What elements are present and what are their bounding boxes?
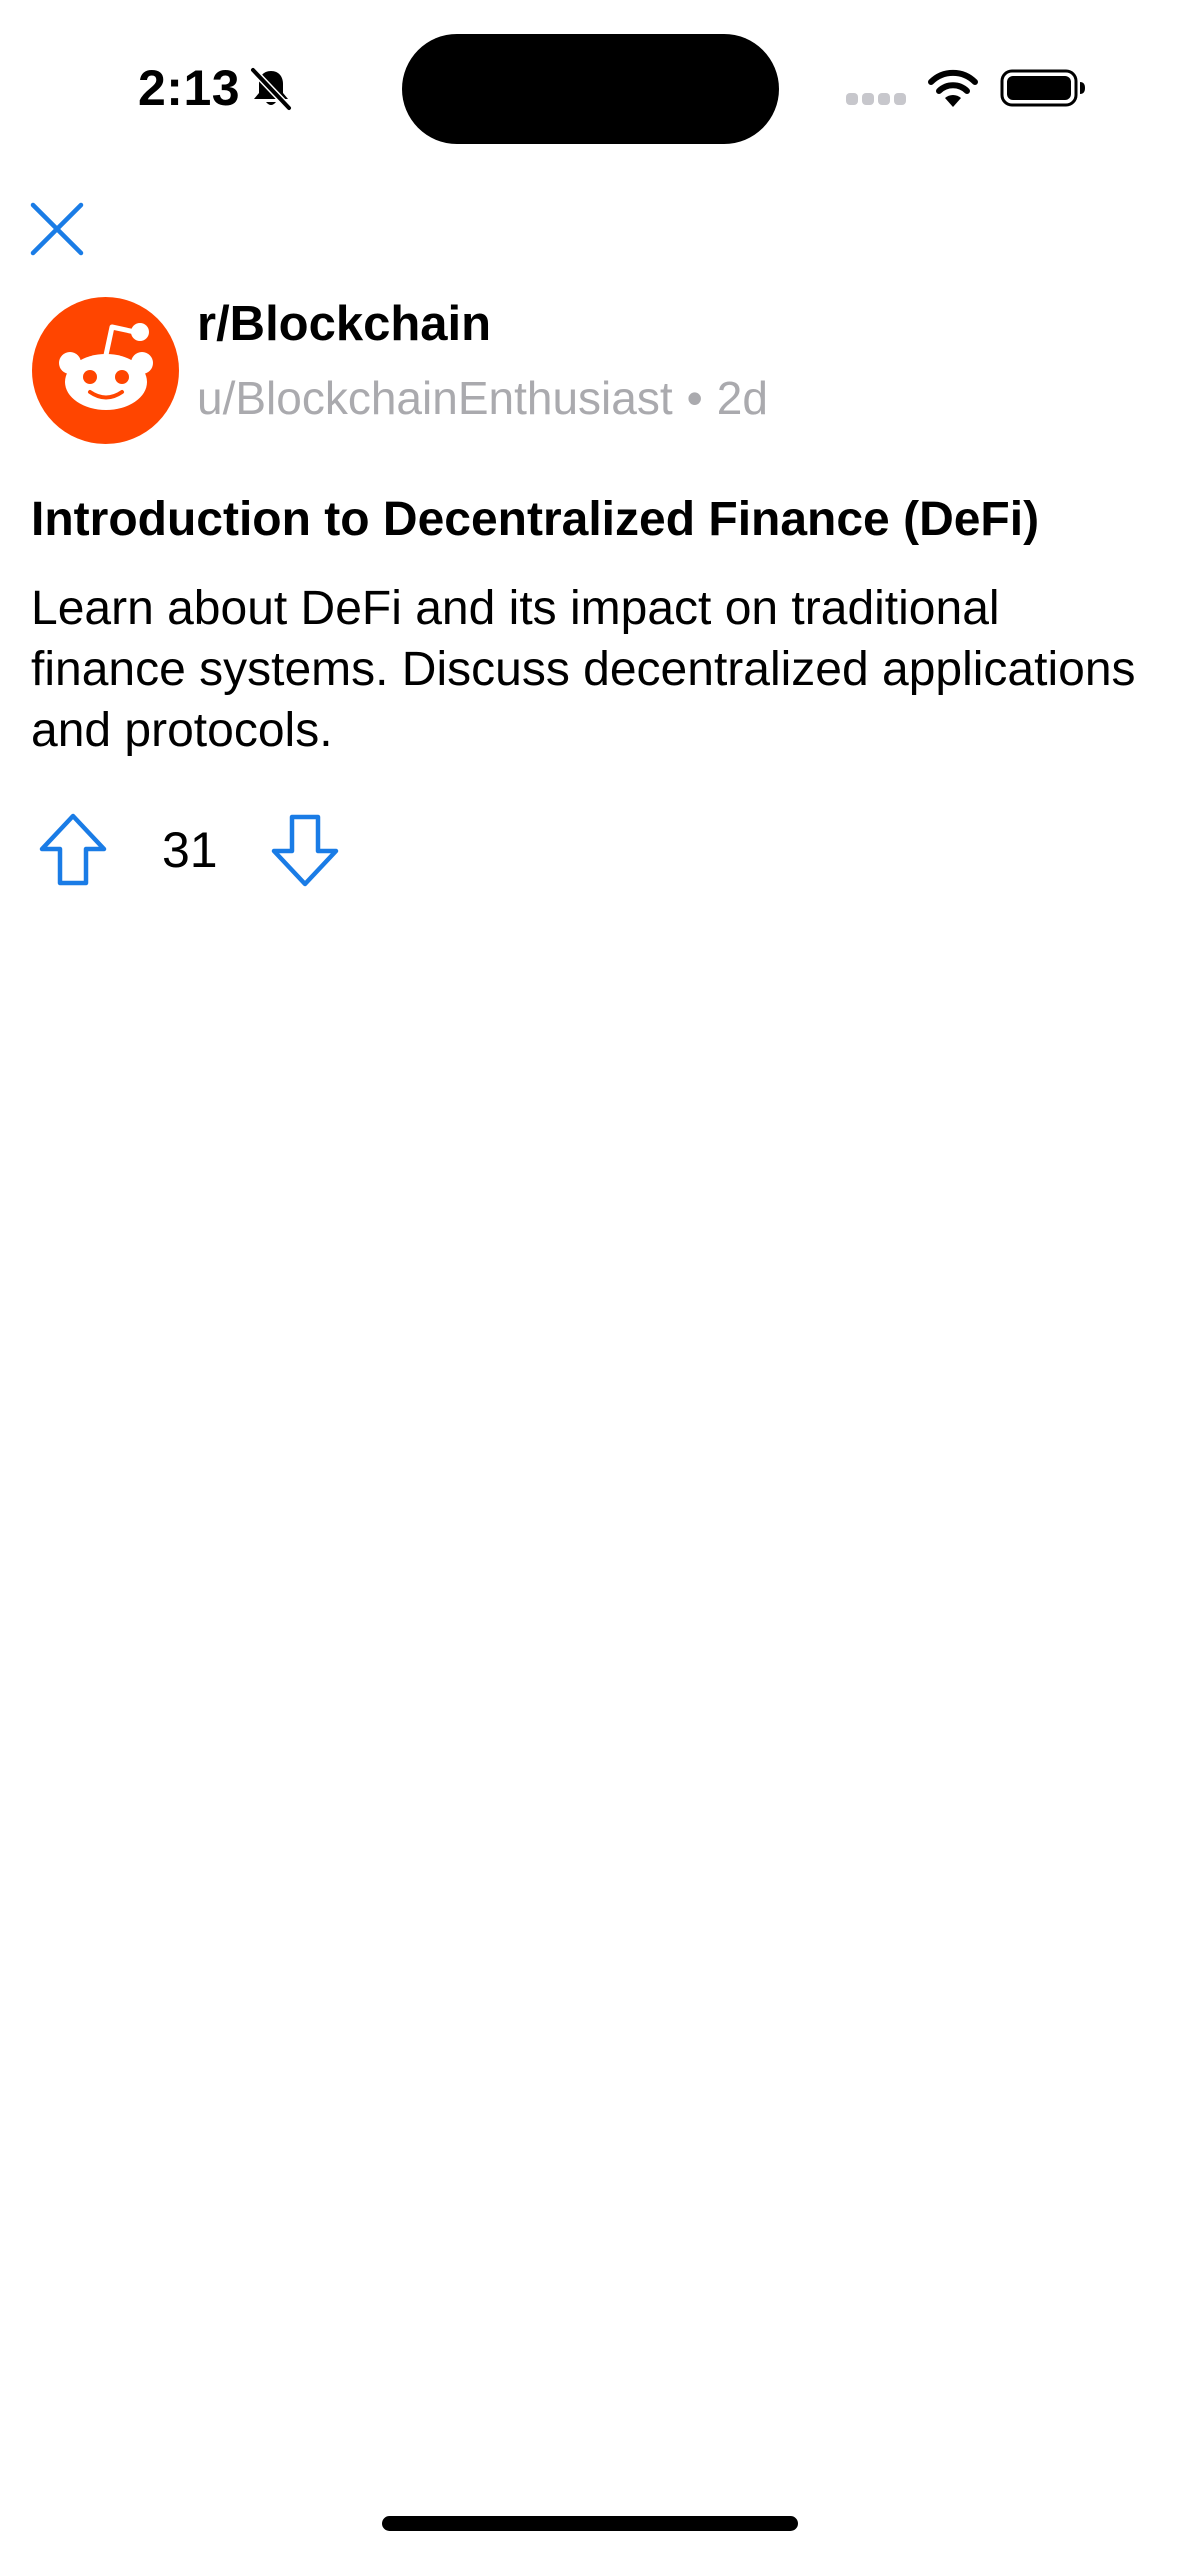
arrow-up-icon <box>39 813 107 886</box>
wifi-icon <box>928 69 978 107</box>
post-age: 2d <box>716 372 768 424</box>
subreddit-name[interactable]: r/Blockchain <box>197 294 491 354</box>
post-title: Introduction to Decentralized Finance (D… <box>31 493 1040 546</box>
downvote-button[interactable] <box>270 812 340 888</box>
status-time: 2:13 <box>138 60 241 116</box>
dynamic-island <box>402 34 779 144</box>
meta-separator: • <box>686 372 703 424</box>
home-indicator[interactable] <box>382 2516 798 2531</box>
upvote-button[interactable] <box>38 812 108 888</box>
status-bar: 2:13 <box>0 0 1179 150</box>
arrow-down-icon <box>271 814 339 887</box>
author-name[interactable]: u/BlockchainEnthusiast <box>197 372 673 424</box>
subreddit-avatar[interactable] <box>32 297 179 444</box>
vote-count: 31 <box>162 822 218 878</box>
post-body: Learn about DeFi and its impact on tradi… <box>31 582 1136 757</box>
signal-icon <box>846 93 906 105</box>
battery-icon <box>1000 69 1085 107</box>
bell-slash-icon <box>249 66 293 112</box>
reddit-snoo-icon <box>59 323 153 410</box>
post-meta: u/BlockchainEnthusiast • 2d <box>197 370 768 426</box>
close-icon <box>30 202 84 256</box>
close-button[interactable] <box>24 196 90 262</box>
